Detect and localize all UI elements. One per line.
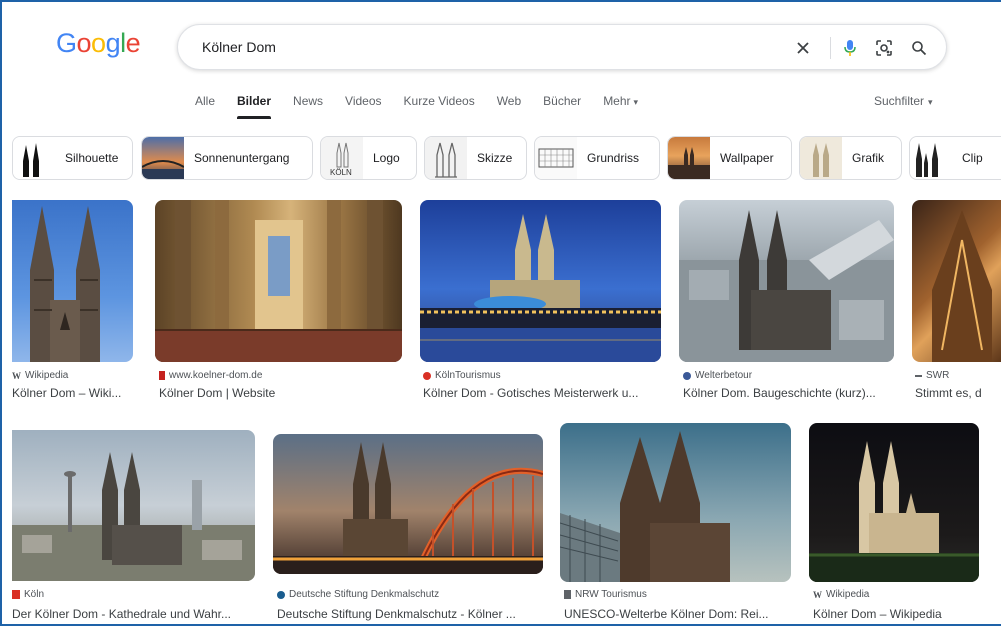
result-title-5[interactable]: Stimmt es, d [915, 386, 1001, 400]
result-title-9[interactable]: Kölner Dom – Wikipedia [813, 607, 979, 621]
tab-kurze-videos[interactable]: Kurze Videos [404, 93, 475, 117]
welterbetour-favicon-icon [683, 371, 691, 380]
result-source-6[interactable]: Köln [12, 589, 44, 600]
wikipedia-icon: W [12, 370, 21, 381]
chip-label: Logo [373, 151, 400, 165]
chip-sonnenuntergang[interactable]: Sonnenuntergang [141, 136, 313, 180]
source-label: Köln [24, 589, 45, 600]
result-image-6[interactable] [12, 430, 255, 581]
result-source-2[interactable]: www.koelner-dom.de [159, 370, 262, 381]
logo-letter: o [76, 28, 92, 58]
tab-alle[interactable]: Alle [195, 93, 215, 117]
chip-label: Wallpaper [720, 151, 774, 165]
result-image-5[interactable] [912, 200, 1001, 362]
result-title-7[interactable]: Deutsche Stiftung Denkmalschutz - Kölner… [277, 607, 543, 621]
tab-bilder[interactable]: Bilder [237, 93, 272, 119]
search-box[interactable]: Kölner Dom [177, 24, 947, 70]
result-title-2[interactable]: Kölner Dom | Website [159, 386, 399, 400]
source-label: NRW Tourismus [575, 589, 647, 600]
chip-thumbnail: KÖLN [321, 137, 363, 179]
result-image-8[interactable] [560, 423, 791, 582]
source-label: SWR [926, 370, 950, 381]
tab-videos[interactable]: Videos [345, 93, 381, 117]
result-image-3[interactable] [420, 200, 661, 362]
tab-web[interactable]: Web [497, 93, 521, 117]
chip-thumbnail [910, 137, 952, 179]
chip-label: Clip [962, 151, 983, 165]
result-image-4[interactable] [679, 200, 894, 362]
result-source-9[interactable]: W Wikipedia [813, 589, 869, 600]
chip-grafik[interactable]: Grafik [799, 136, 902, 180]
refinement-chips: Silhouette Sonnenuntergang KÖLN Logo Ski… [12, 136, 1001, 180]
source-label: Welterbetour [695, 370, 753, 381]
tab-mehr-label: Mehr [603, 94, 631, 108]
chip-thumbnail [425, 137, 467, 179]
result-title-8[interactable]: UNESCO-Welterbe Kölner Dom: Rei... [564, 607, 789, 621]
search-divider [830, 37, 831, 59]
logo-letter: G [56, 28, 77, 58]
logo-letter: e [125, 28, 141, 58]
chip-grundriss[interactable]: Grundriss [534, 136, 660, 180]
tab-news[interactable]: News [293, 93, 323, 117]
result-source-7[interactable]: Deutsche Stiftung Denkmalschutz [277, 589, 439, 600]
koelntourismus-favicon-icon [423, 371, 431, 380]
koeln-favicon-icon [12, 590, 20, 599]
chip-label: Grafik [852, 151, 885, 165]
chip-label: Silhouette [65, 151, 119, 165]
source-label: Deutsche Stiftung Denkmalschutz [289, 589, 440, 600]
logo-letter: o [91, 28, 106, 58]
suchfilter-button[interactable]: Suchfilter ▾ [874, 93, 933, 110]
result-image-2[interactable] [155, 200, 402, 362]
chip-label: Sonnenuntergang [194, 151, 290, 165]
chip-thumbnail [13, 137, 55, 179]
source-label: Wikipedia [826, 589, 870, 600]
nrw-tourismus-favicon-icon [564, 590, 571, 599]
chip-clip[interactable]: Clip [909, 136, 1001, 180]
source-label: Wikipedia [25, 370, 69, 381]
source-label: www.koelner-dom.de [169, 370, 263, 381]
koelner-dom-favicon-icon [159, 371, 165, 380]
chip-silhouette[interactable]: Silhouette [12, 136, 133, 180]
chip-thumbnail [668, 137, 710, 179]
result-title-1[interactable]: Kölner Dom – Wiki... [12, 386, 133, 400]
logo-letter: g [105, 28, 121, 58]
result-source-8[interactable]: NRW Tourismus [564, 589, 647, 600]
search-icon[interactable] [906, 35, 932, 61]
source-label: KölnTourismus [435, 370, 501, 381]
chip-label: Skizze [477, 151, 513, 165]
result-source-1[interactable]: W Wikipedia [12, 370, 68, 381]
swr-favicon-icon [915, 374, 922, 377]
google-logo[interactable]: Google [56, 28, 141, 59]
chip-wallpaper[interactable]: Wallpaper [667, 136, 792, 180]
microphone-icon[interactable] [837, 35, 863, 61]
result-image-9[interactable] [809, 423, 979, 582]
chip-thumbnail [142, 137, 184, 179]
search-tabs: Alle Bilder News Videos Kurze Videos Web… [195, 93, 660, 119]
result-source-5[interactable]: SWR [915, 370, 949, 381]
result-image-1[interactable] [12, 200, 133, 362]
result-source-4[interactable]: Welterbetour [683, 370, 752, 381]
chevron-down-icon: ▾ [633, 97, 639, 107]
dsd-favicon-icon [277, 590, 285, 599]
suchfilter-label: Suchfilter [874, 94, 925, 108]
result-image-7[interactable] [273, 434, 543, 574]
chip-thumbnail [800, 137, 842, 179]
lens-icon[interactable] [871, 35, 897, 61]
tab-mehr[interactable]: Mehr ▾ [603, 93, 638, 117]
chip-label: Grundriss [587, 151, 640, 165]
result-source-3[interactable]: KölnTourismus [423, 370, 501, 381]
tab-buecher[interactable]: Bücher [543, 93, 581, 117]
chip-logo[interactable]: KÖLN Logo [320, 136, 417, 180]
chip-thumbnail [535, 137, 577, 179]
result-title-4[interactable]: Kölner Dom. Baugeschichte (kurz)... [683, 386, 893, 400]
chip-skizze[interactable]: Skizze [424, 136, 527, 180]
browser-frame: Google Kölner Dom Alle Bilder News Video… [0, 0, 1001, 626]
close-icon[interactable] [790, 35, 816, 61]
search-input[interactable]: Kölner Dom [202, 39, 276, 55]
chevron-down-icon: ▾ [928, 97, 933, 107]
result-title-6[interactable]: Der Kölner Dom - Kathedrale und Wahr... [12, 607, 255, 621]
chip-logo-text: KÖLN [330, 168, 352, 177]
result-title-3[interactable]: Kölner Dom - Gotisches Meisterwerk u... [423, 386, 659, 400]
wikipedia-icon: W [813, 589, 822, 600]
